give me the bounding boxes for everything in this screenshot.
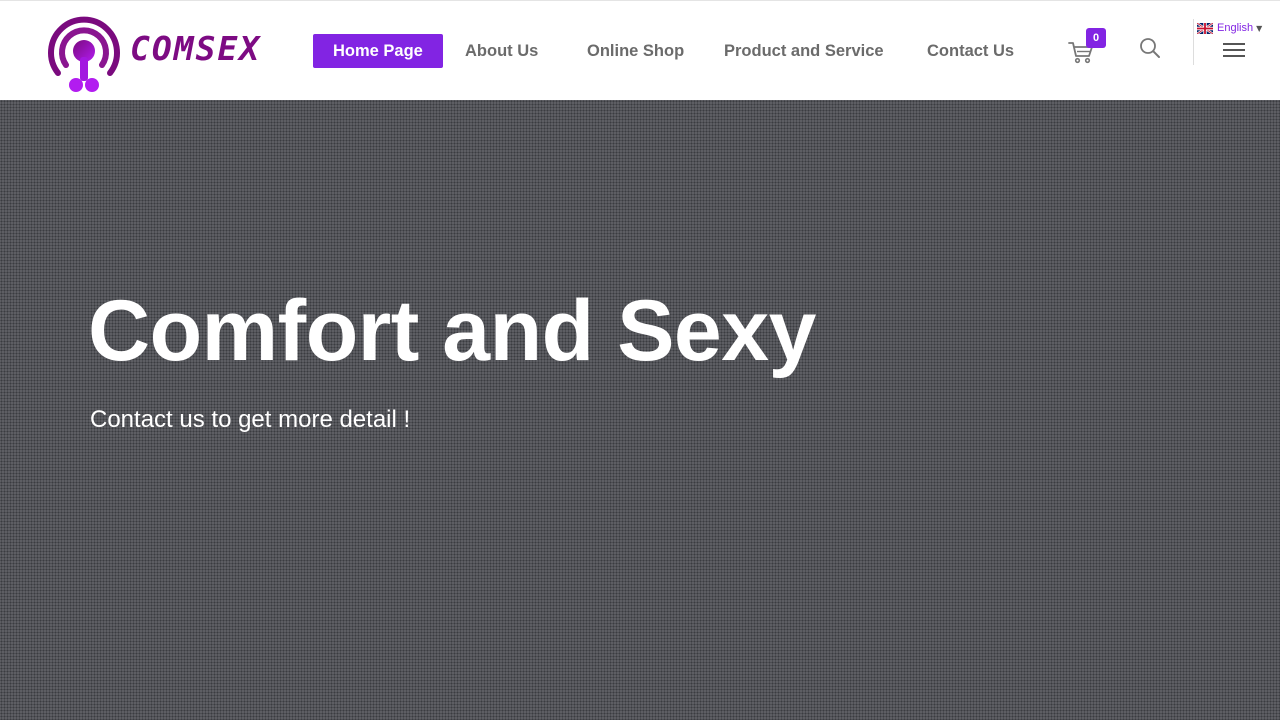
hero-banner: Comfort and Sexy Contact us to get more …: [0, 100, 1280, 720]
caret-down-icon: ▼: [1256, 23, 1263, 33]
language-label[interactable]: English: [1217, 22, 1253, 34]
hamburger-menu-icon[interactable]: [1223, 43, 1245, 59]
language-selector[interactable]: English ▼: [1197, 21, 1262, 35]
logo-text: COMSEX: [130, 29, 262, 68]
cart-count-badge[interactable]: 0: [1086, 28, 1106, 48]
site-logo[interactable]: COMSEX: [44, 9, 259, 95]
nav-online-shop[interactable]: Online Shop: [587, 34, 684, 68]
search-icon[interactable]: [1138, 36, 1162, 60]
logo-icon: [48, 16, 120, 92]
nav-contact-us[interactable]: Contact Us: [927, 34, 1014, 68]
nav-home-page[interactable]: Home Page: [313, 34, 443, 68]
menu-line: [1223, 49, 1245, 51]
nav-about-us[interactable]: About Us: [465, 34, 538, 68]
hero-subtitle: Contact us to get more detail !: [90, 406, 411, 433]
menu-line: [1223, 43, 1245, 45]
menu-line: [1223, 55, 1245, 57]
nav-product-and-service[interactable]: Product and Service: [724, 34, 884, 68]
uk-flag-icon: [1197, 22, 1213, 34]
header-divider: [1193, 19, 1194, 65]
site-header: COMSEX Home Page About Us Online Shop Pr…: [0, 0, 1280, 100]
hero-title: Comfort and Sexy: [88, 283, 816, 379]
